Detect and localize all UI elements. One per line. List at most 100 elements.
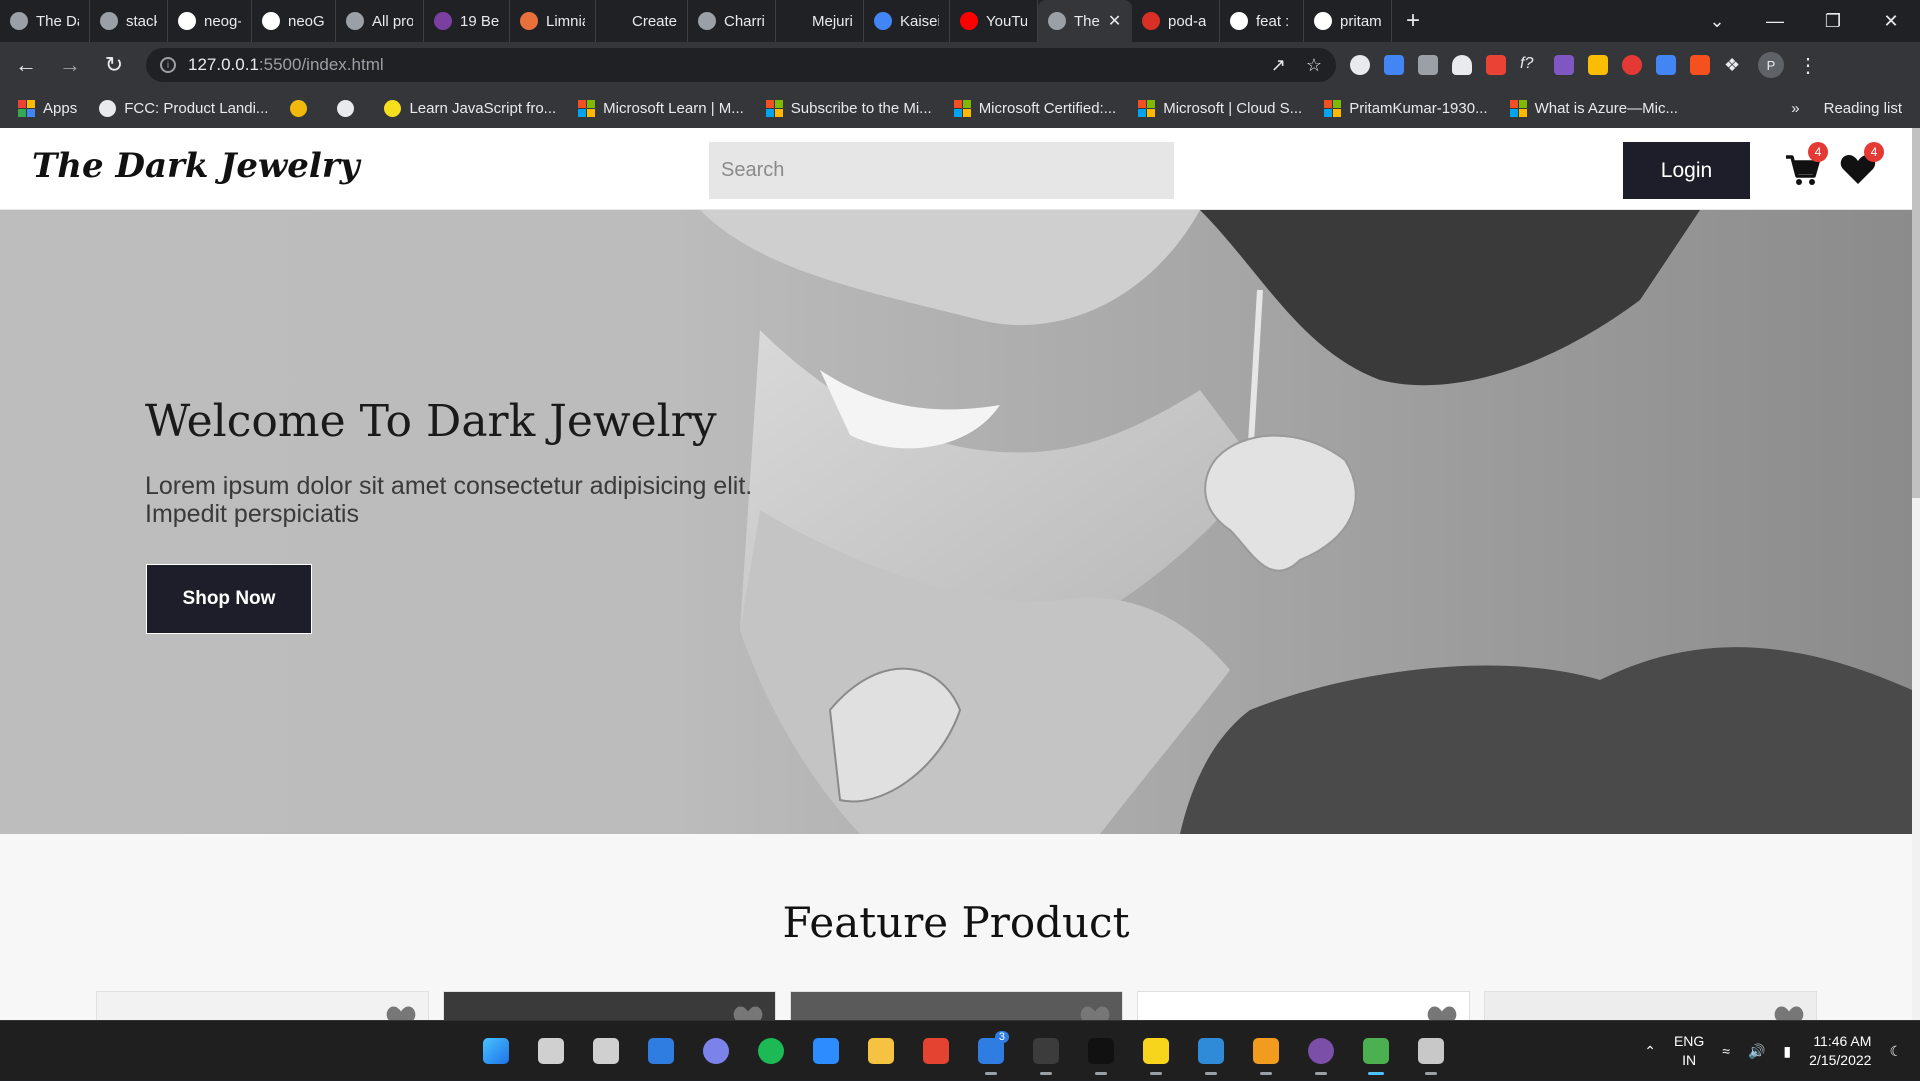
- wishlist-heart-icon[interactable]: [731, 1004, 765, 1020]
- start-icon[interactable]: [476, 1031, 516, 1071]
- chrome-icon[interactable]: [1356, 1031, 1396, 1075]
- battery-icon[interactable]: ▮: [1783, 1043, 1791, 1060]
- minimize-button[interactable]: —: [1746, 11, 1804, 32]
- browser-tab[interactable]: stackbl: [90, 0, 168, 42]
- bookmark-item[interactable]: Subscribe to the Mi...: [765, 99, 932, 117]
- address-bar[interactable]: i 127.0.0.1:5500/index.html ↗ ☆: [146, 48, 1336, 82]
- bookmark-star-icon[interactable]: ☆: [1306, 55, 1322, 76]
- bookmark-item[interactable]: [337, 99, 362, 117]
- clock[interactable]: 11:46 AM 2/15/2022: [1809, 1032, 1871, 1070]
- sticky-notes-icon[interactable]: [1136, 1031, 1176, 1075]
- browser-tab[interactable]: Limnia: [510, 0, 596, 42]
- product-card[interactable]: [1137, 991, 1470, 1020]
- chevron-up-icon[interactable]: ⌃: [1644, 1043, 1656, 1060]
- notifications-icon[interactable]: ☾: [1889, 1043, 1902, 1060]
- volume-icon[interactable]: 🔊: [1748, 1043, 1765, 1060]
- site-info-icon[interactable]: i: [160, 57, 176, 73]
- new-extension-icon[interactable]: [1554, 55, 1574, 75]
- browser-tab[interactable]: The Da: [0, 0, 90, 42]
- snipping-tool-icon[interactable]: [1411, 1031, 1451, 1075]
- wishlist-heart-icon[interactable]: [384, 1004, 418, 1020]
- tab-search-button[interactable]: ⌄: [1688, 11, 1746, 32]
- todoist-icon[interactable]: [916, 1031, 956, 1071]
- bookmark-item[interactable]: Apps: [18, 99, 77, 117]
- shop-now-button[interactable]: Shop Now: [146, 564, 312, 634]
- sublime-icon[interactable]: [1246, 1031, 1286, 1075]
- browser-tab[interactable]: Charric: [688, 0, 776, 42]
- back-button[interactable]: ←: [8, 47, 44, 83]
- spotify-icon[interactable]: [751, 1031, 791, 1071]
- product-card[interactable]: [443, 991, 776, 1020]
- fire-extension-icon[interactable]: [1690, 55, 1710, 75]
- product-card[interactable]: [1484, 991, 1817, 1020]
- tab-favicon-icon: [520, 12, 538, 30]
- input-language[interactable]: ENG IN: [1674, 1032, 1704, 1070]
- browser-tab[interactable]: pritam: [1304, 0, 1392, 42]
- bookmark-item[interactable]: Learn JavaScript fro...: [384, 99, 556, 117]
- docs-extension-icon[interactable]: [1656, 55, 1676, 75]
- wishlist-button[interactable]: 4: [1838, 142, 1884, 190]
- bookmark-item[interactable]: Microsoft | Cloud S...: [1138, 99, 1302, 117]
- login-button[interactable]: Login: [1623, 142, 1750, 199]
- browser-tab[interactable]: 19 Best: [424, 0, 510, 42]
- bookmark-item[interactable]: Microsoft Certified:...: [953, 99, 1116, 117]
- widgets-icon[interactable]: [641, 1031, 681, 1071]
- mail-icon[interactable]: 3: [971, 1031, 1011, 1075]
- vscode-icon[interactable]: [1191, 1031, 1231, 1075]
- product-card[interactable]: [96, 991, 429, 1020]
- reading-list-button[interactable]: Reading list: [1824, 100, 1902, 117]
- new-tab-button[interactable]: +: [1406, 7, 1420, 35]
- translate-extension-icon[interactable]: [1384, 55, 1404, 75]
- browser-tab[interactable]: Create: [596, 0, 688, 42]
- cloud-extension-icon[interactable]: [1452, 55, 1472, 75]
- wifi-icon[interactable]: ≈: [1722, 1043, 1730, 1059]
- folder-extension-icon[interactable]: [1588, 55, 1608, 75]
- wishlist-heart-icon[interactable]: [1078, 1004, 1112, 1020]
- reload-button[interactable]: ↻: [96, 47, 132, 83]
- bookmark-item[interactable]: What is Azure—Mic...: [1509, 99, 1678, 117]
- browser-tab[interactable]: feat : a: [1220, 0, 1304, 42]
- close-window-button[interactable]: ✕: [1862, 11, 1920, 32]
- cart-button[interactable]: 4: [1782, 142, 1828, 190]
- bookmark-item[interactable]: PritamKumar-1930...: [1324, 99, 1488, 117]
- page-scrollbar[interactable]: [1912, 128, 1920, 1020]
- site-logo[interactable]: The Dark Jewelry: [32, 146, 360, 186]
- search-icon[interactable]: [531, 1031, 571, 1071]
- profile-avatar[interactable]: P: [1758, 52, 1784, 78]
- zoom-icon[interactable]: [806, 1031, 846, 1071]
- product-card[interactable]: [790, 991, 1123, 1020]
- terminal-icon[interactable]: [1026, 1031, 1066, 1075]
- browser-tab[interactable]: neoG'2: [252, 0, 336, 42]
- browser-tab[interactable]: pod-a: [1132, 0, 1220, 42]
- bookmark-item[interactable]: FCC: Product Landi...: [99, 99, 268, 117]
- search-input[interactable]: [709, 142, 1174, 199]
- close-tab-icon[interactable]: ✕: [1108, 11, 1121, 31]
- wishlist-heart-icon[interactable]: [1772, 1004, 1806, 1020]
- browser-tab[interactable]: neog-Ir: [168, 0, 252, 42]
- grid-extension-icon[interactable]: [1486, 55, 1506, 75]
- cmd-icon[interactable]: [1081, 1031, 1121, 1075]
- browser-tab[interactable]: All proc: [336, 0, 424, 42]
- scrollbar-thumb[interactable]: [1912, 128, 1920, 498]
- browser-tab[interactable]: YouTul: [950, 0, 1038, 42]
- bookmark-item[interactable]: [290, 99, 315, 117]
- browser-tab[interactable]: Mejuri: [776, 0, 864, 42]
- puzzle-extensions-icon[interactable]: ❖: [1724, 55, 1744, 75]
- restore-button[interactable]: ❐: [1804, 11, 1862, 32]
- share-icon[interactable]: ↗: [1271, 55, 1286, 76]
- browser-tab[interactable]: The ✕: [1038, 0, 1132, 42]
- wishlist-heart-icon[interactable]: [1425, 1004, 1459, 1020]
- teams-chat-icon[interactable]: [696, 1031, 736, 1071]
- file-explorer-icon[interactable]: [861, 1031, 901, 1071]
- bookmarks-overflow-button[interactable]: »: [1791, 100, 1799, 117]
- browser-tab[interactable]: Kaisei [: [864, 0, 950, 42]
- github-desktop-icon[interactable]: [1301, 1031, 1341, 1075]
- menu-kebab-icon[interactable]: ⋮: [1798, 53, 1818, 78]
- pen-extension-icon[interactable]: [1418, 55, 1438, 75]
- forward-button[interactable]: →: [52, 47, 88, 83]
- font-extension-icon[interactable]: f?: [1520, 55, 1540, 75]
- bookmark-item[interactable]: Microsoft Learn | M...: [578, 99, 744, 117]
- task-view-icon[interactable]: [586, 1031, 626, 1071]
- shield-extension-icon[interactable]: [1622, 55, 1642, 75]
- extension-icon[interactable]: [1350, 55, 1370, 75]
